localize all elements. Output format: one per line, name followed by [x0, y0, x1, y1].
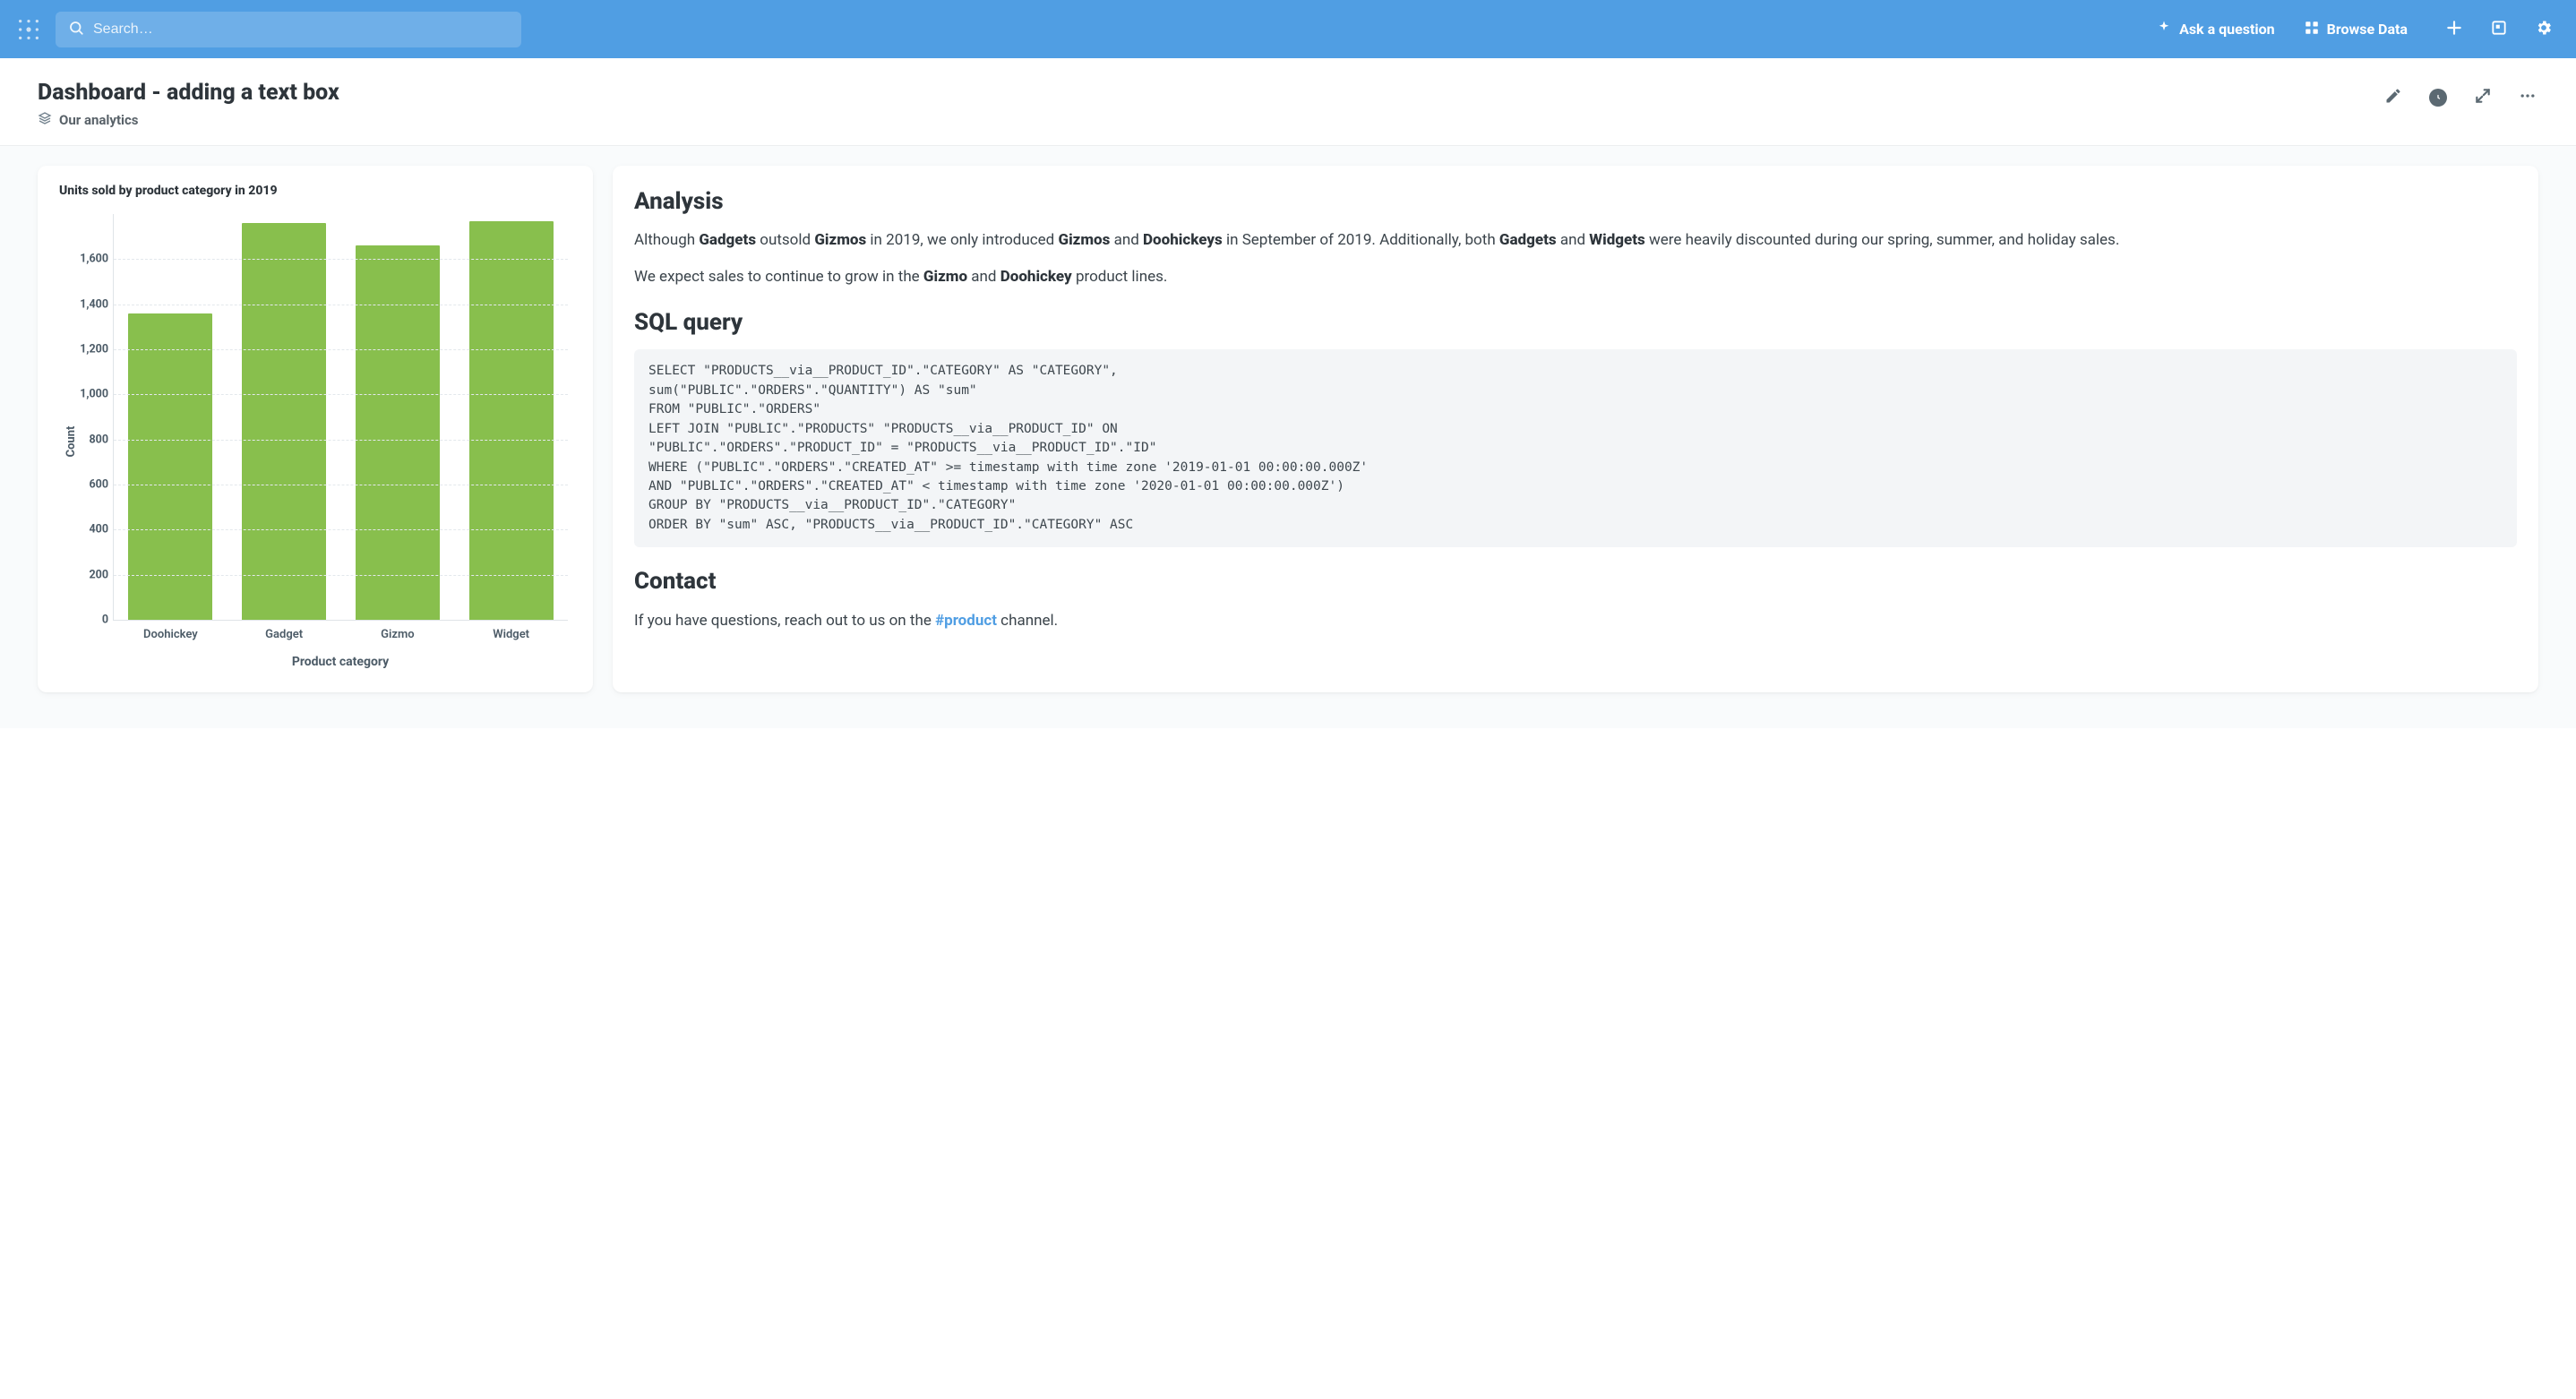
- search-input[interactable]: [93, 21, 509, 38]
- dashboard-grid: Units sold by product category in 2019 C…: [0, 146, 2576, 728]
- grid-line: [114, 394, 568, 395]
- bar[interactable]: [356, 245, 440, 620]
- x-tick-label: Gizmo: [341, 628, 455, 641]
- y-tick-label: 200: [65, 568, 108, 581]
- clock-icon: [2429, 89, 2447, 107]
- sparkle-icon: [2156, 20, 2172, 39]
- fullscreen-icon: [2474, 87, 2492, 108]
- analysis-heading: Analysis: [634, 184, 2517, 219]
- more-button[interactable]: [2517, 87, 2538, 108]
- collection-breadcrumb[interactable]: Our analytics: [38, 111, 2383, 129]
- collection-icon: [2490, 19, 2508, 40]
- text-card: Analysis Although Gadgets outsold Gizmos…: [613, 166, 2538, 692]
- y-tick-label: 400: [65, 523, 108, 536]
- chart-card-title: Units sold by product category in 2019: [59, 184, 571, 198]
- grid-line: [114, 349, 568, 350]
- chart-card[interactable]: Units sold by product category in 2019 C…: [38, 166, 593, 692]
- sql-heading: SQL query: [634, 305, 2517, 340]
- add-button[interactable]: [2440, 15, 2469, 44]
- edit-dashboard-button[interactable]: [2383, 87, 2404, 108]
- grid-line: [114, 529, 568, 530]
- x-tick-label: Doohickey: [114, 628, 228, 641]
- chart-area: Count DoohickeyGadgetGizmoWidget 0200400…: [59, 209, 571, 674]
- page-title: Dashboard - adding a text box: [38, 80, 2383, 106]
- auto-refresh-button[interactable]: [2427, 87, 2449, 108]
- more-icon: [2519, 87, 2537, 108]
- page-header: Dashboard - adding a text box Our analyt…: [0, 58, 2576, 146]
- bar-slot: Gizmo: [341, 214, 455, 620]
- fullscreen-button[interactable]: [2472, 87, 2494, 108]
- collections-button[interactable]: [2485, 15, 2513, 44]
- contact-paragraph: If you have questions, reach out to us o…: [634, 609, 2517, 632]
- gear-icon: [2535, 19, 2553, 40]
- settings-button[interactable]: [2529, 15, 2558, 44]
- product-channel-link[interactable]: #product: [935, 612, 997, 630]
- bar-slot: Gadget: [228, 214, 341, 620]
- plus-icon: [2445, 19, 2463, 40]
- grid-icon: [2304, 20, 2320, 39]
- search-icon: [68, 20, 84, 39]
- ask-question-label: Ask a question: [2179, 21, 2275, 38]
- bar[interactable]: [128, 313, 212, 620]
- grid-line: [114, 259, 568, 260]
- analysis-paragraph-2: We expect sales to continue to grow in t…: [634, 265, 2517, 288]
- browse-data-label: Browse Data: [2327, 21, 2408, 38]
- bar-slot: Widget: [454, 214, 568, 620]
- stack-icon: [38, 111, 52, 129]
- app-logo[interactable]: [16, 17, 41, 42]
- y-tick-label: 1,200: [65, 342, 108, 356]
- contact-heading: Contact: [634, 563, 2517, 599]
- collection-name: Our analytics: [59, 112, 139, 128]
- grid-line: [114, 575, 568, 576]
- x-tick-label: Gadget: [228, 628, 341, 641]
- y-tick-label: 800: [65, 433, 108, 446]
- grid-line: [114, 440, 568, 441]
- chart-plot: DoohickeyGadgetGizmoWidget 0200400600800…: [113, 214, 568, 621]
- pencil-icon: [2384, 87, 2402, 108]
- browse-data-button[interactable]: Browse Data: [2297, 14, 2415, 45]
- ask-question-button[interactable]: Ask a question: [2149, 14, 2282, 45]
- x-axis-label: Product category: [113, 655, 568, 669]
- y-tick-label: 600: [65, 477, 108, 491]
- sql-code-block: SELECT "PRODUCTS__via__PRODUCT_ID"."CATE…: [634, 349, 2517, 547]
- bar-slot: Doohickey: [114, 214, 228, 620]
- topbar: Ask a question Browse Data: [0, 0, 2576, 58]
- bar[interactable]: [242, 223, 326, 620]
- y-tick-label: 1,400: [65, 297, 108, 311]
- y-tick-label: 1,600: [65, 253, 108, 266]
- y-tick-label: 1,000: [65, 388, 108, 401]
- search-box[interactable]: [56, 12, 521, 47]
- bar[interactable]: [469, 221, 554, 620]
- y-tick-label: 0: [65, 614, 108, 627]
- analysis-paragraph-1: Although Gadgets outsold Gizmos in 2019,…: [634, 228, 2517, 252]
- x-tick-label: Widget: [454, 628, 568, 641]
